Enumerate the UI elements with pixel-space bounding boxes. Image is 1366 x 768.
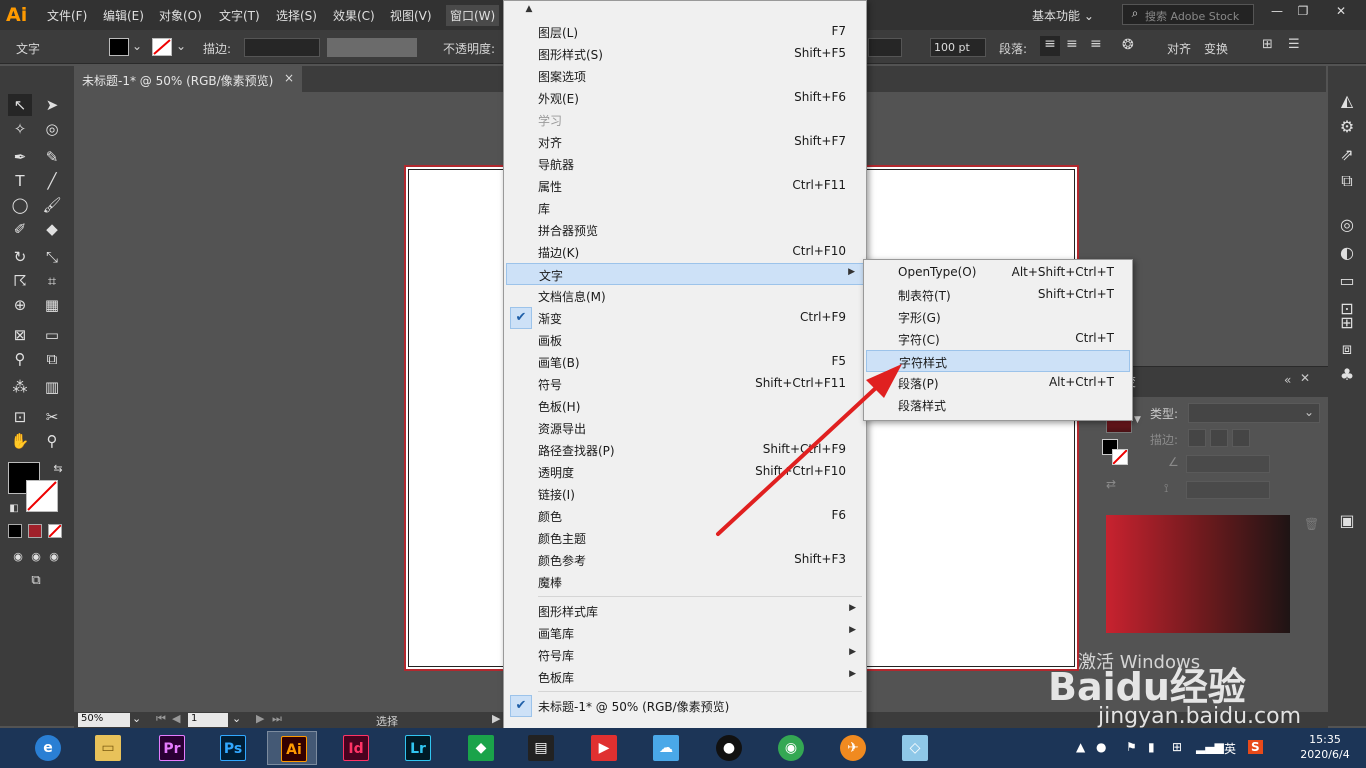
tray-expand-icon[interactable]: ▲ xyxy=(1076,740,1085,754)
green-app-taskbar-icon[interactable]: ◆ xyxy=(455,731,505,765)
cloud-app-taskbar-icon[interactable]: ☁ xyxy=(640,731,690,765)
illustrator-taskbar-icon[interactable]: Ai xyxy=(267,731,317,765)
lightroom-taskbar-icon[interactable]: Lr xyxy=(392,731,442,765)
media-app-taskbar-icon[interactable]: ▶ xyxy=(578,731,628,765)
signal-tray-icon[interactable]: ▂▄▆ xyxy=(1196,740,1224,754)
system-clock[interactable]: 15:35 2020/6/4 xyxy=(1292,732,1358,762)
baidu-brand-watermark: Baidu经验 xyxy=(1048,665,1246,709)
security-tray-icon[interactable]: ⚑ xyxy=(1126,740,1137,754)
notes-app-taskbar-icon[interactable]: ◇ xyxy=(889,731,939,765)
sogou-tray-icon[interactable]: S xyxy=(1248,740,1263,754)
baidu-site-watermark: jingyan.baidu.com xyxy=(1098,704,1302,729)
clock-time: 15:35 xyxy=(1309,733,1341,746)
photoshop-taskbar-icon[interactable]: Ps xyxy=(207,731,257,765)
battery-tray-icon[interactable]: ▮ xyxy=(1148,740,1155,754)
chrome-taskbar-icon[interactable]: ◉ xyxy=(765,731,815,765)
orange-app-taskbar-icon[interactable]: ✈ xyxy=(827,731,877,765)
qq-tray-icon[interactable]: ● xyxy=(1096,740,1106,754)
windows-taskbar: e ▭ Pr Ps Ai Id Lr ◆ ▤ ▶ ☁ ● ◉ ✈ ◇ ▲ ● ⚑… xyxy=(0,728,1366,768)
browser-taskbar-icon[interactable]: e xyxy=(22,731,72,765)
premiere-taskbar-icon[interactable]: Pr xyxy=(146,731,196,765)
file-explorer-taskbar-icon[interactable]: ▭ xyxy=(82,731,132,765)
dark-app-taskbar-icon[interactable]: ▤ xyxy=(515,731,565,765)
network-tray-icon[interactable]: ⊞ xyxy=(1172,740,1182,754)
qq-taskbar-icon[interactable]: ● xyxy=(703,731,753,765)
indesign-taskbar-icon[interactable]: Id xyxy=(330,731,380,765)
ime-indicator[interactable]: 英 xyxy=(1224,740,1236,757)
clock-date: 2020/6/4 xyxy=(1300,748,1350,761)
